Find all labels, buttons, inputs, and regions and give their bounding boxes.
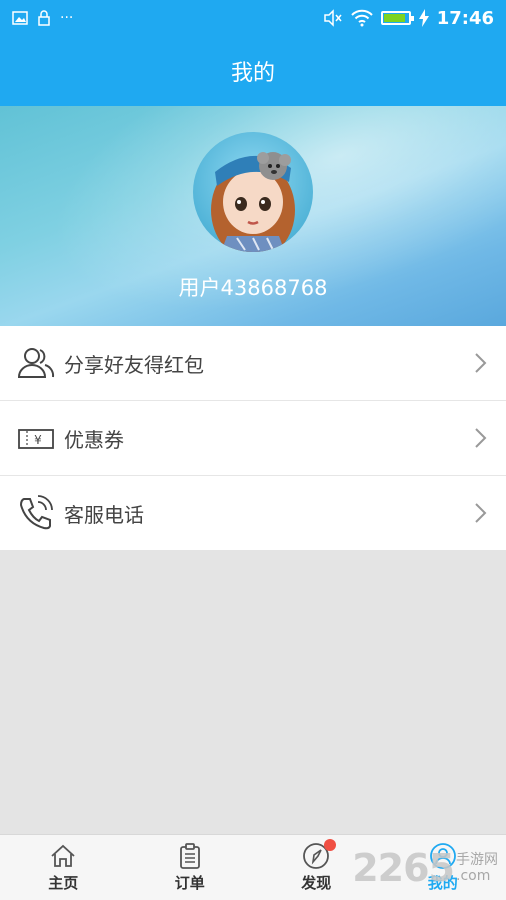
- clipboard-icon: [179, 843, 200, 869]
- charging-icon: [418, 9, 429, 27]
- status-time: 17:46: [436, 7, 494, 29]
- battery-icon: [380, 11, 414, 25]
- username: 用户43868768: [178, 276, 328, 300]
- watermark-text: 手游网 .com: [456, 852, 498, 884]
- chevron-right-icon: [475, 503, 487, 523]
- nav-label: 主页: [48, 874, 79, 892]
- menu-item-label: 优惠券: [64, 427, 124, 452]
- menu-list: 分享好友得红包 ¥ 优惠券 客服电话: [0, 326, 506, 550]
- image-icon: [12, 11, 28, 25]
- more-dots-icon: ···: [60, 10, 74, 26]
- mute-icon: [323, 9, 342, 27]
- watermark-logo: 2265 手游网 .com: [352, 846, 498, 890]
- avatar[interactable]: [193, 132, 313, 252]
- status-bar: ··· 17:46: [0, 0, 506, 36]
- nav-label: 订单: [174, 874, 205, 892]
- doll-avatar-icon: [211, 152, 295, 252]
- menu-item-share[interactable]: 分享好友得红包: [0, 326, 506, 401]
- phone-icon: [16, 493, 56, 533]
- profile-banner: 用户43868768: [0, 106, 506, 326]
- menu-item-service-phone[interactable]: 客服电话: [0, 476, 506, 550]
- chevron-right-icon: [475, 428, 487, 448]
- users-icon: [16, 343, 56, 383]
- nav-label: 发现: [301, 874, 332, 892]
- lock-icon: [38, 10, 50, 26]
- nav-home[interactable]: 主页: [0, 835, 127, 900]
- wifi-icon: [350, 9, 373, 27]
- menu-item-label: 分享好友得红包: [64, 352, 204, 377]
- watermark-text-line1: 手游网: [456, 852, 498, 868]
- menu-item-label: 客服电话: [64, 502, 144, 527]
- home-icon: [51, 844, 75, 867]
- status-left-icons: ···: [12, 10, 73, 26]
- nav-orders[interactable]: 订单: [127, 835, 254, 900]
- watermark-number: 2265: [352, 846, 455, 890]
- chevron-right-icon: [475, 353, 487, 373]
- page-title: 我的: [230, 61, 275, 86]
- coupon-symbol: ¥: [34, 433, 42, 447]
- status-right-icons: 17:46: [323, 8, 494, 29]
- watermark-text-line2: .com: [456, 868, 491, 884]
- app-header: 我的: [0, 36, 506, 106]
- notification-badge: [324, 839, 336, 851]
- menu-item-coupon[interactable]: ¥ 优惠券: [0, 401, 506, 476]
- coupon-icon: ¥: [16, 418, 56, 458]
- battery-fill: [383, 14, 406, 22]
